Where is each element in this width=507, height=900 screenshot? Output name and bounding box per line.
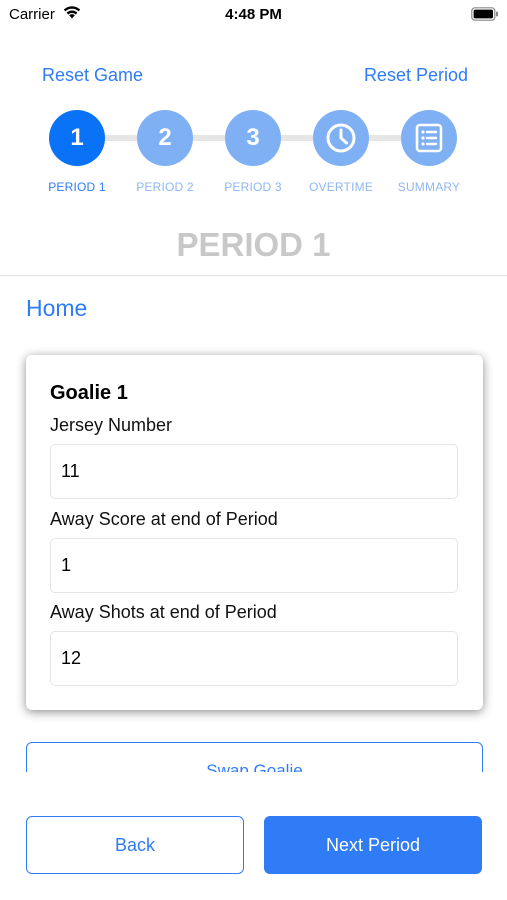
step-summary[interactable]: SUMMARY — [384, 110, 474, 194]
step-period-1[interactable]: 1 PERIOD 1 — [32, 110, 122, 194]
next-period-button[interactable]: Next Period — [264, 816, 482, 874]
period-stepper: 1 PERIOD 1 2 PERIOD 2 3 PERIOD 3 OVERTIM… — [0, 110, 507, 210]
step-label-period-2: PERIOD 2 — [136, 180, 194, 194]
away-shots-label: Away Shots at end of Period — [50, 602, 277, 622]
clock-icon — [326, 123, 356, 153]
swap-goalie-button[interactable]: Swap Goalie — [26, 742, 483, 772]
clock-time: 4:48 PM — [225, 6, 282, 23]
step-label-period-1: PERIOD 1 — [48, 180, 106, 194]
jersey-number-label: Jersey Number — [50, 415, 173, 435]
team-label: Home — [26, 295, 88, 321]
step-label-overtime: OVERTIME — [308, 180, 374, 194]
reset-period-link[interactable]: Reset Period — [364, 65, 468, 86]
header-divider — [0, 275, 507, 276]
step-circle-summary — [401, 110, 457, 166]
away-score-input[interactable]: 1 — [50, 538, 458, 593]
list-icon — [415, 123, 443, 153]
step-period-3[interactable]: 3 PERIOD 3 — [208, 110, 298, 194]
goalie-card-title: Goalie 1 — [50, 382, 128, 404]
step-circle-overtime — [313, 110, 369, 166]
reset-game-link[interactable]: Reset Game — [42, 65, 143, 86]
period-title: PERIOD 1 — [176, 226, 331, 263]
step-label-summary: SUMMARY — [397, 180, 461, 194]
goalie-card: Goalie 1 Jersey Number 11 Away Score at … — [26, 355, 483, 710]
step-circle-2: 2 — [137, 110, 193, 166]
battery-icon — [471, 7, 498, 21]
step-period-2[interactable]: 2 PERIOD 2 — [120, 110, 210, 194]
step-overtime[interactable]: OVERTIME — [296, 110, 386, 194]
scroll-clip: Swap Goalie — [0, 730, 507, 772]
away-shots-input[interactable]: 12 — [50, 631, 458, 686]
jersey-number-input[interactable]: 11 — [50, 444, 458, 499]
step-circle-3: 3 — [225, 110, 281, 166]
step-circle-1: 1 — [49, 110, 105, 166]
back-button[interactable]: Back — [26, 816, 244, 874]
away-score-label: Away Score at end of Period — [50, 509, 278, 529]
status-bar: Carrier 4:48 PM — [0, 0, 507, 30]
step-label-period-3: PERIOD 3 — [224, 180, 282, 194]
